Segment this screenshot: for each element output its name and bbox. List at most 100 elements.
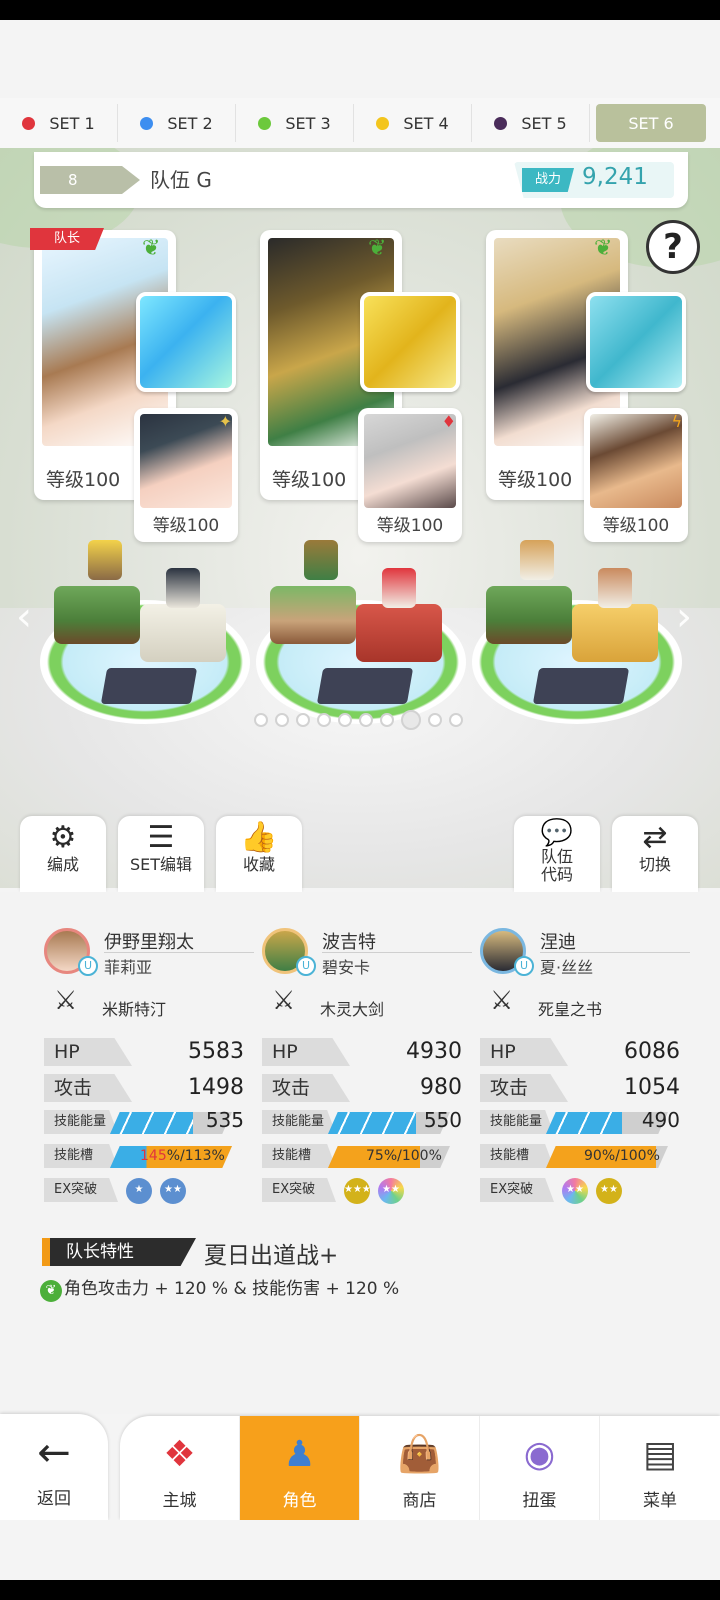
- sub-character-card-3[interactable]: ϟ 等级100: [584, 408, 688, 542]
- grass-block: [486, 586, 572, 644]
- help-button[interactable]: ?: [646, 220, 700, 274]
- skill-slot-value: 75%/100%: [366, 1148, 442, 1164]
- nav-item-character[interactable]: ♟ 角色: [240, 1416, 360, 1520]
- diamond-icon: ♦: [441, 412, 456, 431]
- yellow-dot-icon: [376, 116, 390, 130]
- stone-block: [140, 604, 226, 662]
- divider: [540, 952, 690, 953]
- ex-star-icon: ★★: [160, 1178, 186, 1204]
- team-number[interactable]: 8: [40, 166, 140, 194]
- favorite-label: 收藏: [242, 855, 275, 874]
- ex-label: EX突破: [480, 1178, 554, 1202]
- leader-skill-description: ❦ 角色攻击力 + 120 % & 技能伤害 + 120 %: [40, 1274, 399, 1302]
- chibi-sprite: [304, 540, 338, 580]
- tab-set-1[interactable]: SET 1: [0, 104, 118, 142]
- page-dot[interactable]: [296, 713, 310, 727]
- partner-name: 碧安卡: [322, 958, 371, 977]
- skill-energy-row: 技能能量 490: [480, 1108, 680, 1138]
- sub-character-card-2[interactable]: ♦ 等级100: [358, 408, 462, 542]
- ex-label: EX突破: [44, 1178, 118, 1202]
- sand-block: [572, 604, 658, 662]
- skill-slot-value: 145%/113%: [140, 1148, 225, 1164]
- back-button[interactable]: ← 返回: [0, 1414, 108, 1520]
- partner-name: 夏·丝丝: [540, 958, 594, 977]
- bottom-nav: ← 返回 ❖ 主城 ♟ 角色 👜 商店 ◉ 扭蛋 ▤ 菜单: [0, 1414, 720, 1520]
- sub-character-level: 等级100: [602, 516, 670, 536]
- skill-slot-row: 技能槽 75%/100%: [262, 1144, 462, 1172]
- nav-item-menu[interactable]: ▤ 菜单: [600, 1416, 720, 1520]
- tab-set-6[interactable]: SET 6: [596, 104, 706, 142]
- tab-label: SET 5: [521, 113, 567, 133]
- weapon-name: 米斯特汀: [102, 1000, 167, 1019]
- sub-character-level: 等级100: [152, 516, 220, 536]
- page-dot-current[interactable]: [401, 710, 421, 730]
- sword-shield-icon: ⚔: [490, 986, 514, 1016]
- list-icon: ☰: [147, 820, 175, 855]
- weapon-icon[interactable]: [360, 292, 460, 392]
- formation-button[interactable]: ⚙ 编成: [20, 816, 106, 892]
- page-dot[interactable]: [359, 713, 373, 727]
- prev-arrow-icon[interactable]: ‹: [16, 594, 32, 640]
- tab-set-3[interactable]: SET 3: [236, 104, 354, 142]
- page-dot[interactable]: [380, 713, 394, 727]
- hp-row: HP 6086: [480, 1038, 680, 1066]
- tab-set-2[interactable]: SET 2: [118, 104, 236, 142]
- team-code-button[interactable]: 💬 队伍 代码: [514, 816, 600, 892]
- skill-slot-current: 145: [140, 1148, 167, 1164]
- attack-value: 1054: [624, 1075, 680, 1100]
- menu-list-icon: ▤: [642, 1434, 677, 1475]
- purple-dot-icon: [494, 116, 508, 130]
- page-dot[interactable]: [275, 713, 289, 727]
- nav-items: ❖ 主城 ♟ 角色 👜 商店 ◉ 扭蛋 ▤ 菜单: [120, 1416, 720, 1520]
- skill-slot-max: 100: [619, 1148, 647, 1164]
- weapon-icon[interactable]: [136, 292, 236, 392]
- sub-character-level: 等级100: [376, 516, 444, 536]
- ex-row: EX突破 ★ ★★: [44, 1178, 244, 1206]
- sub-character-card-1[interactable]: ✦ 等级100: [134, 408, 238, 542]
- leaf-icon: ❦: [40, 1280, 62, 1302]
- nav-label: 主城: [162, 1491, 197, 1511]
- skill-slot-current: 90: [584, 1148, 602, 1164]
- page-dot[interactable]: [338, 713, 352, 727]
- nav-item-gacha[interactable]: ◉ 扭蛋: [480, 1416, 600, 1520]
- favorite-button[interactable]: 👍 收藏: [216, 816, 302, 892]
- stats-panel: U 伊野里翔太 菲莉亚 ⚔ 米斯特汀 HP 5583 攻击 1498 技能能量 …: [0, 892, 720, 1414]
- tab-label: SET 1: [49, 113, 95, 133]
- battle-platform-3: [472, 540, 682, 724]
- status-bar: [0, 0, 720, 20]
- page-dot[interactable]: [254, 713, 268, 727]
- nav-item-town[interactable]: ❖ 主城: [120, 1416, 240, 1520]
- hp-value: 5583: [188, 1039, 244, 1064]
- switch-label: 切换: [638, 855, 671, 874]
- skill-slot-label: 技能槽: [480, 1144, 554, 1168]
- team-name[interactable]: 队伍 G: [150, 164, 212, 193]
- red-dot-icon: [22, 116, 36, 130]
- character-name: 伊野里翔太: [104, 932, 194, 953]
- hp-row: HP 5583: [44, 1038, 244, 1066]
- tab-set-5[interactable]: SET 5: [472, 104, 590, 142]
- tab-set-4[interactable]: SET 4: [354, 104, 472, 142]
- tab-label: SET 2: [167, 113, 213, 133]
- sword-shield-icon: ⚔: [54, 986, 78, 1016]
- set-edit-button[interactable]: ☰ SET编辑: [118, 816, 204, 892]
- attack-value: 1498: [188, 1075, 244, 1100]
- weapon-pedestal: [316, 668, 414, 704]
- page-dot[interactable]: [317, 713, 331, 727]
- skill-slot-label: 技能槽: [44, 1144, 118, 1168]
- switch-button[interactable]: ⇄ 切换: [612, 816, 698, 892]
- power-label: 战力: [522, 168, 574, 192]
- nav-item-shop[interactable]: 👜 商店: [360, 1416, 480, 1520]
- page-dot[interactable]: [428, 713, 442, 727]
- ex-star-icon: ★★: [596, 1178, 622, 1204]
- skill-energy-label: 技能能量: [262, 1110, 336, 1134]
- skill-energy-row: 技能能量 550: [262, 1108, 462, 1138]
- attack-value: 980: [420, 1075, 462, 1100]
- hp-label: HP: [44, 1038, 132, 1066]
- weapon-icon[interactable]: [586, 292, 686, 392]
- leader-skill-text: 角色攻击力 + 120 % & 技能伤害 + 120 %: [64, 1279, 400, 1299]
- character-name: 涅迪: [540, 932, 576, 953]
- page-dot[interactable]: [449, 713, 463, 727]
- team-bar: 8 队伍 G 战力 9,241: [34, 152, 688, 208]
- nav-label: 扭蛋: [522, 1491, 557, 1511]
- next-arrow-icon[interactable]: ›: [676, 594, 692, 640]
